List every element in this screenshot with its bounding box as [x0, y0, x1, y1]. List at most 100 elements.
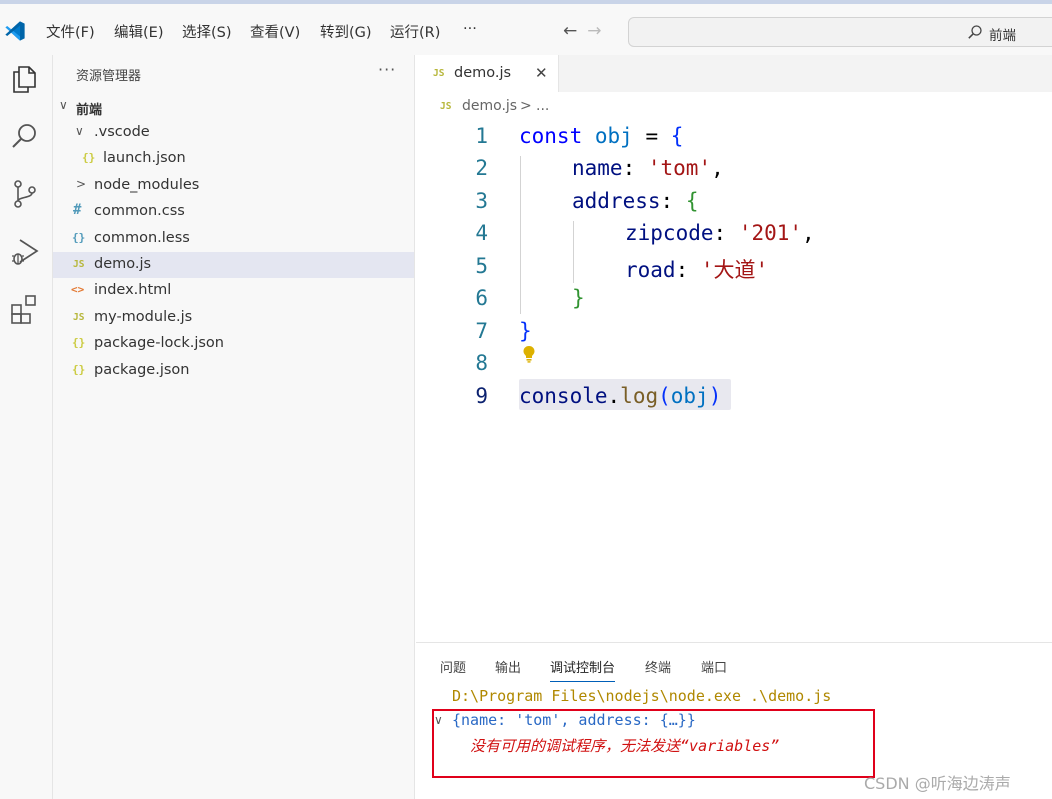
code-token: . [607, 384, 621, 408]
breadcrumb-file[interactable]: demo.js [462, 98, 517, 114]
tree-label: package.json [94, 362, 190, 378]
code-token: zipcode [625, 221, 714, 245]
tree-file-common-css[interactable]: # common.css [53, 199, 414, 225]
extensions-icon[interactable] [9, 293, 41, 325]
tree-label: node_modules [94, 177, 200, 193]
tree-folder-node-modules[interactable]: > node_modules [53, 173, 414, 199]
tab-ports[interactable]: 端口 [701, 657, 727, 676]
title-bar: 文件(F) 编辑(E) 选择(S) 查看(V) 转到(G) 运行(R) ··· … [0, 0, 1052, 55]
code-token: name [572, 156, 623, 180]
code-line-4: 4 zipcode: '201', [416, 217, 1052, 250]
tree-file-index-html[interactable]: <> index.html [53, 278, 414, 304]
tree-file-launch-json[interactable]: {} launch.json [53, 146, 414, 172]
line-number: 5 [475, 254, 488, 278]
js-file-icon: JS [433, 68, 445, 79]
activity-bar [0, 55, 53, 799]
menu-more[interactable]: ··· [463, 21, 477, 37]
vscode-logo-icon[interactable] [4, 20, 26, 42]
tab-debug-console[interactable]: 调试控制台 [550, 657, 616, 682]
breadcrumb: JS demo.js > ... [416, 92, 1052, 120]
tree-label: launch.json [103, 150, 186, 166]
annotation-highlight-box [432, 709, 875, 778]
tree-label: .vscode [94, 124, 150, 140]
menu-file[interactable]: 文件(F) [46, 21, 95, 42]
code-token: } [572, 286, 585, 310]
code-token: : [622, 156, 648, 180]
menu-edit[interactable]: 编辑(E) [114, 21, 163, 42]
code-token: : [660, 189, 686, 213]
line-number: 9 [475, 384, 488, 408]
js-file-icon: JS [73, 259, 85, 270]
explorer-title: 资源管理器 [76, 69, 142, 84]
html-file-icon: <> [71, 283, 85, 296]
code-line-7: 7 } [416, 315, 1052, 348]
code-line-5: 5 road: '大道' [416, 250, 1052, 283]
code-token: , [711, 156, 724, 180]
tree-label: common.less [94, 230, 190, 246]
code-token: ( [658, 384, 671, 408]
explorer-sidebar: 资源管理器 ··· ∨ 前端 ∨ .vscode {} launch.json … [53, 55, 415, 799]
breadcrumb-symbols[interactable]: ... [536, 98, 549, 114]
search-view-icon[interactable] [9, 120, 41, 152]
tree-file-package-json[interactable]: {} package.json [53, 358, 414, 384]
code-token: console [519, 384, 608, 408]
code-token: const [519, 124, 583, 148]
command-center-search[interactable]: 前端 [628, 17, 1052, 47]
source-control-icon[interactable] [9, 178, 41, 210]
menu-run[interactable]: 运行(R) [390, 21, 440, 42]
breadcrumb-separator: > [520, 98, 532, 114]
code-editor[interactable]: 1 const obj = { 2 name: 'tom', 3 address… [416, 120, 1052, 642]
code-token: = [632, 124, 671, 148]
chevron-down-icon: ∨ [75, 124, 84, 138]
tree-folder-vscode[interactable]: ∨ .vscode [53, 120, 414, 146]
js-file-icon: JS [440, 101, 452, 112]
tree-folder-root[interactable]: ∨ 前端 [53, 94, 414, 120]
line-number: 1 [475, 124, 488, 148]
json-file-icon: {} [72, 336, 86, 349]
code-line-3: 3 address: { [416, 185, 1052, 218]
navigation-arrows: ← → [563, 21, 612, 41]
editor-tabs: JS demo.js ✕ [416, 55, 1052, 92]
code-line-1: 1 const obj = { [416, 120, 1052, 153]
tab-terminal[interactable]: 终端 [645, 657, 671, 676]
line-number: 3 [475, 189, 488, 213]
back-arrow-icon[interactable]: ← [563, 21, 577, 41]
tree-file-my-module-js[interactable]: JS my-module.js [53, 305, 414, 331]
code-token: : [675, 258, 701, 282]
tab-problems[interactable]: 问题 [440, 657, 466, 676]
code-token: obj [594, 124, 633, 148]
run-debug-icon[interactable] [9, 236, 41, 268]
close-icon[interactable]: ✕ [535, 64, 548, 82]
tree-file-common-less[interactable]: {} common.less [53, 226, 414, 252]
code-token: , [802, 221, 815, 245]
lightbulb-icon[interactable] [522, 345, 536, 363]
watermark: CSDN @听海边涛声 [864, 774, 1011, 793]
json-file-icon: {} [82, 151, 96, 164]
css-file-icon: # [73, 202, 82, 218]
tree-file-package-lock-json[interactable]: {} package-lock.json [53, 331, 414, 357]
line-number: 7 [475, 319, 488, 343]
less-file-icon: {} [72, 231, 86, 244]
search-icon [968, 25, 982, 39]
more-actions-icon[interactable]: ··· [378, 60, 396, 79]
code-token: { [685, 189, 699, 213]
tree-label: demo.js [94, 256, 152, 272]
code-token: road [625, 258, 676, 282]
code-token: '大道' [700, 258, 769, 282]
code-token: } [519, 319, 532, 343]
code-token: address [572, 189, 661, 213]
explorer-icon[interactable] [9, 63, 41, 95]
menu-selection[interactable]: 选择(S) [182, 21, 232, 42]
code-line-6: 6 } [416, 282, 1052, 315]
tree-file-demo-js[interactable]: JS demo.js [53, 252, 414, 278]
menu-view[interactable]: 查看(V) [250, 21, 300, 42]
line-number: 2 [475, 156, 488, 180]
code-token: : [713, 221, 739, 245]
code-token: '201' [738, 221, 803, 245]
tab-output[interactable]: 输出 [495, 657, 521, 676]
menu-go[interactable]: 转到(G) [320, 21, 372, 42]
forward-arrow-icon[interactable]: → [587, 21, 601, 41]
tab-demo-js[interactable]: JS demo.js ✕ [416, 55, 559, 92]
code-token: ) [708, 384, 722, 408]
code-line-8: 8 [416, 347, 1052, 380]
